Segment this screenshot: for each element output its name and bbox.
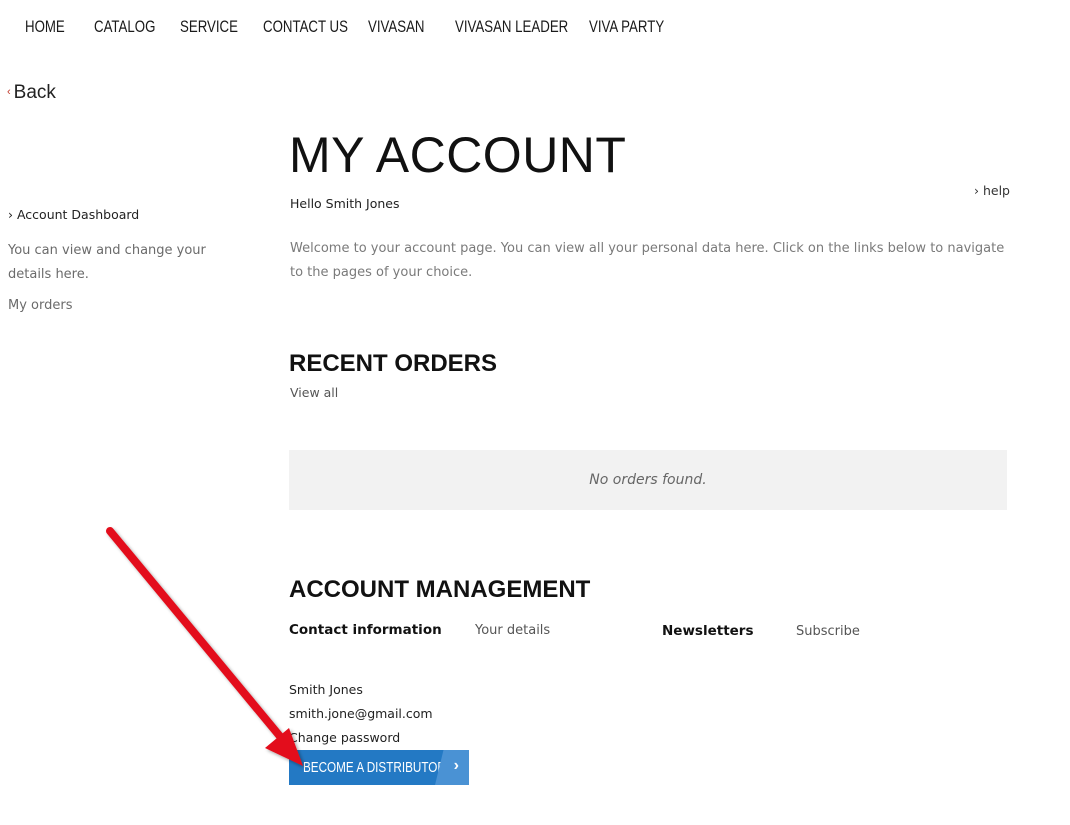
- recent-orders-heading: RECENT ORDERS: [289, 350, 498, 377]
- sidebar-item-account-dashboard[interactable]: › Account Dashboard: [8, 207, 139, 222]
- become-distributor-button[interactable]: BECOME A DISTRIBUTOR ›: [289, 750, 469, 785]
- change-password-link[interactable]: Change password: [289, 730, 400, 745]
- contact-name: Smith Jones: [289, 682, 363, 697]
- no-orders-message: No orders found.: [289, 450, 1007, 510]
- top-navigation: HOME CATALOG SERVICE CONTACT US VIVASAN …: [0, 0, 1070, 58]
- subscribe-link[interactable]: Subscribe: [796, 624, 860, 639]
- chevron-left-icon: ‹: [7, 86, 11, 98]
- page-title: MY ACCOUNT: [289, 127, 627, 183]
- view-all-orders-link[interactable]: View all: [290, 385, 338, 400]
- nav-contact-us[interactable]: CONTACT US: [263, 17, 348, 37]
- contact-email: smith.jone@gmail.com: [289, 706, 433, 721]
- sidebar-description: You can view and change your details her…: [8, 243, 206, 282]
- newsletters-label: Newsletters: [662, 623, 754, 639]
- greeting-text: Hello Smith Jones: [290, 196, 400, 211]
- nav-service[interactable]: SERVICE: [180, 17, 238, 37]
- annotation-arrow-icon: [106, 527, 303, 766]
- help-link[interactable]: › help: [974, 183, 1010, 198]
- sidebar-item-my-orders[interactable]: My orders: [8, 298, 72, 313]
- nav-viva-party[interactable]: VIVA PARTY: [589, 17, 664, 37]
- nav-vivasan[interactable]: VIVASAN: [368, 17, 425, 37]
- back-label: Back: [13, 82, 56, 103]
- account-management-heading: ACCOUNT MANAGEMENT: [289, 576, 591, 603]
- back-link[interactable]: ‹ Back: [7, 82, 56, 104]
- nav-home[interactable]: HOME: [25, 17, 65, 37]
- your-details-link[interactable]: Your details: [475, 623, 550, 638]
- welcome-text: Welcome to your account page. You can vi…: [290, 241, 1005, 280]
- nav-vivasan-leader[interactable]: VIVASAN LEADER: [455, 17, 568, 37]
- become-distributor-label: BECOME A DISTRIBUTOR: [303, 759, 446, 776]
- chevron-right-icon: ›: [453, 757, 459, 774]
- contact-information-label: Contact information: [289, 622, 442, 638]
- nav-catalog[interactable]: CATALOG: [94, 17, 155, 37]
- button-arrow-panel: [435, 750, 469, 785]
